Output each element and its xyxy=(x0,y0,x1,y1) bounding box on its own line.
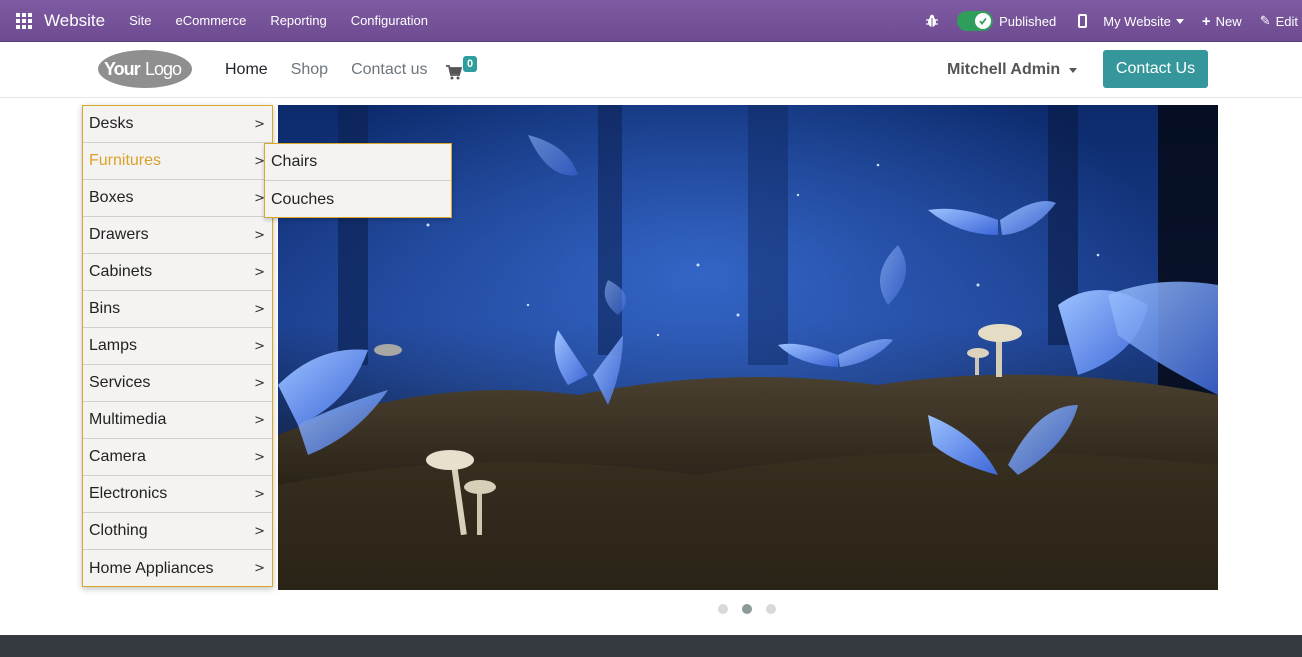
your-logo[interactable]: Your Logo xyxy=(97,49,193,89)
carousel-dot-3[interactable] xyxy=(766,604,776,614)
category-label: Camera xyxy=(89,448,146,465)
main-nav: Home Shop Contact us xyxy=(225,42,451,98)
top-menu: Site eCommerce Reporting Configuration xyxy=(117,0,440,42)
chevron-right-icon: > xyxy=(254,227,265,243)
subcategory-chairs[interactable]: Chairs xyxy=(265,144,451,181)
edit-label: Edit xyxy=(1275,13,1298,29)
category-label: Services xyxy=(89,374,151,391)
pencil-icon: ✎ xyxy=(1259,13,1271,28)
category-menu: Desks > Furnitures > Boxes > Drawers > Cabin… xyxy=(82,105,273,587)
chevron-right-icon: > xyxy=(254,561,265,576)
bug-icon[interactable] xyxy=(925,14,939,28)
category-label: Home Appliances xyxy=(89,559,214,577)
mobile-preview-icon[interactable] xyxy=(1078,14,1088,28)
category-label: Lamps xyxy=(89,337,138,354)
top-menu-configuration[interactable]: Configuration xyxy=(339,0,440,42)
contact-us-button[interactable]: Contact Us xyxy=(1103,50,1208,88)
plus-icon: + xyxy=(1201,12,1211,30)
chevron-right-icon: > xyxy=(254,301,265,317)
apps-grid-icon[interactable] xyxy=(16,12,32,29)
svg-text:Logo: Logo xyxy=(145,59,182,79)
category-clothing[interactable]: Clothing > xyxy=(83,513,272,550)
published-toggle[interactable] xyxy=(957,11,994,31)
category-home-appliances[interactable]: Home Appliances > xyxy=(83,550,272,587)
category-label: Furnitures xyxy=(89,152,162,169)
chevron-right-icon: > xyxy=(254,116,265,132)
user-name: Mitchell Admin xyxy=(947,61,1061,78)
new-label: New xyxy=(1215,13,1242,29)
top-menu-ecommerce[interactable]: eCommerce xyxy=(164,0,259,42)
category-bins[interactable]: Bins > xyxy=(83,291,272,328)
caret-down-icon xyxy=(1175,18,1184,24)
new-button[interactable]: + New xyxy=(1202,13,1242,30)
category-lamps[interactable]: Lamps > xyxy=(83,328,272,365)
chevron-right-icon: > xyxy=(254,486,265,502)
site-header: Your Logo Home Shop Contact us 0 Mitchel… xyxy=(0,42,1302,98)
category-label: Desks xyxy=(89,115,134,132)
topbar-actions: Published My Website + New ✎ Edit xyxy=(925,0,1302,42)
check-icon xyxy=(975,13,992,29)
category-services[interactable]: Services > xyxy=(83,365,272,402)
category-label: Boxes xyxy=(89,189,134,206)
nav-contact-us[interactable]: Contact us xyxy=(351,61,427,79)
category-label: Multimedia xyxy=(89,411,167,428)
shopping-cart-icon xyxy=(446,65,462,80)
app-brand[interactable]: Website xyxy=(44,11,105,31)
admin-topbar: Website Site eCommerce Reporting Configu… xyxy=(0,0,1302,42)
category-label: Bins xyxy=(89,300,121,317)
caret-down-icon xyxy=(1069,67,1078,73)
category-label: Cabinets xyxy=(89,263,153,280)
chevron-right-icon: > xyxy=(254,449,265,465)
top-menu-reporting[interactable]: Reporting xyxy=(258,0,338,42)
category-boxes[interactable]: Boxes > xyxy=(83,180,272,217)
category-label: Drawers xyxy=(89,226,149,243)
svg-text:Your: Your xyxy=(104,59,141,79)
edit-button[interactable]: ✎ Edit xyxy=(1260,13,1298,29)
nav-shop[interactable]: Shop xyxy=(291,61,328,79)
chevron-right-icon: > xyxy=(254,412,265,428)
category-multimedia[interactable]: Multimedia > xyxy=(83,402,272,439)
chevron-right-icon: > xyxy=(254,523,265,539)
nav-home[interactable]: Home xyxy=(225,61,268,79)
carousel-dot-1[interactable] xyxy=(718,604,728,614)
cart-link[interactable]: 0 xyxy=(446,56,482,83)
category-cabinets[interactable]: Cabinets > xyxy=(83,254,272,291)
category-drawers[interactable]: Drawers > xyxy=(83,217,272,254)
chevron-right-icon: > xyxy=(254,338,265,354)
cart-count-badge: 0 xyxy=(463,56,478,72)
subcategory-couches[interactable]: Couches xyxy=(265,181,451,218)
category-furnitures[interactable]: Furnitures > xyxy=(83,143,272,180)
my-website-dropdown[interactable]: My Website xyxy=(1103,14,1184,29)
category-label: Clothing xyxy=(89,522,148,539)
carousel-indicators xyxy=(718,604,790,614)
published-label: Published xyxy=(999,13,1057,29)
top-menu-site[interactable]: Site xyxy=(117,0,163,42)
carousel-dot-2[interactable] xyxy=(742,604,752,614)
chevron-right-icon: > xyxy=(254,264,265,280)
category-camera[interactable]: Camera > xyxy=(83,439,272,476)
chevron-right-icon: > xyxy=(254,375,265,391)
category-label: Electronics xyxy=(89,485,168,502)
user-menu[interactable]: Mitchell Admin xyxy=(947,61,1078,79)
category-desks[interactable]: Desks > xyxy=(83,106,272,143)
footer xyxy=(0,635,1302,657)
category-electronics[interactable]: Electronics > xyxy=(83,476,272,513)
my-website-label: My Website xyxy=(1103,13,1171,29)
furnitures-submenu: Chairs Couches xyxy=(264,143,452,218)
